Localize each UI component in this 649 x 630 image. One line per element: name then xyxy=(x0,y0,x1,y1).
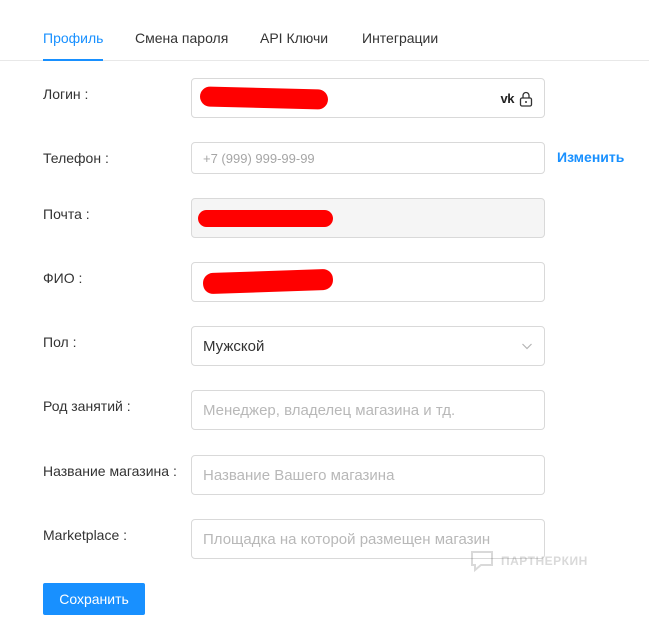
tab-integrations[interactable]: Интеграции xyxy=(362,30,438,46)
tab-profile[interactable]: Профиль xyxy=(43,30,103,46)
tab-api-keys[interactable]: API Ключи xyxy=(260,30,328,46)
tab-bar: Профиль Смена пароля API Ключи Интеграци… xyxy=(0,0,649,61)
phone-input[interactable] xyxy=(192,143,544,173)
redacted-fio xyxy=(202,268,334,295)
shop-name-input[interactable] xyxy=(192,456,544,494)
shop-name-field[interactable] xyxy=(191,455,545,495)
login-label: Логин : xyxy=(43,86,89,102)
email-field xyxy=(191,198,545,238)
vk-icon: vk xyxy=(500,91,515,106)
fio-field[interactable] xyxy=(191,262,545,302)
occupation-input[interactable] xyxy=(192,391,544,429)
save-button[interactable]: Сохранить xyxy=(43,583,145,615)
redacted-email xyxy=(198,210,333,227)
watermark-text: ПАРТНЕРКИН xyxy=(501,554,588,568)
shop-name-label: Название магазина : xyxy=(43,463,177,479)
phone-label: Телефон : xyxy=(43,150,109,166)
login-field[interactable]: vk xyxy=(191,78,545,118)
occupation-label: Род занятий : xyxy=(43,398,131,414)
chevron-down-icon xyxy=(522,343,532,350)
occupation-field[interactable] xyxy=(191,390,545,430)
gender-selected-value: Мужской xyxy=(203,338,265,355)
redacted-login xyxy=(199,86,329,110)
gender-label: Пол : xyxy=(43,334,77,350)
chat-bubble-icon xyxy=(471,551,493,573)
fio-label: ФИО : xyxy=(43,270,83,286)
active-tab-indicator xyxy=(43,59,103,61)
lock-icon xyxy=(519,91,533,107)
marketplace-label: Marketplace : xyxy=(43,527,128,543)
email-label: Почта : xyxy=(43,206,90,222)
gender-select[interactable]: Мужской xyxy=(191,326,545,366)
watermark: ПАРТНЕРКИН xyxy=(469,549,588,573)
change-phone-link[interactable]: Изменить xyxy=(557,149,624,165)
tab-change-password[interactable]: Смена пароля xyxy=(135,30,228,46)
phone-field[interactable] xyxy=(191,142,545,174)
